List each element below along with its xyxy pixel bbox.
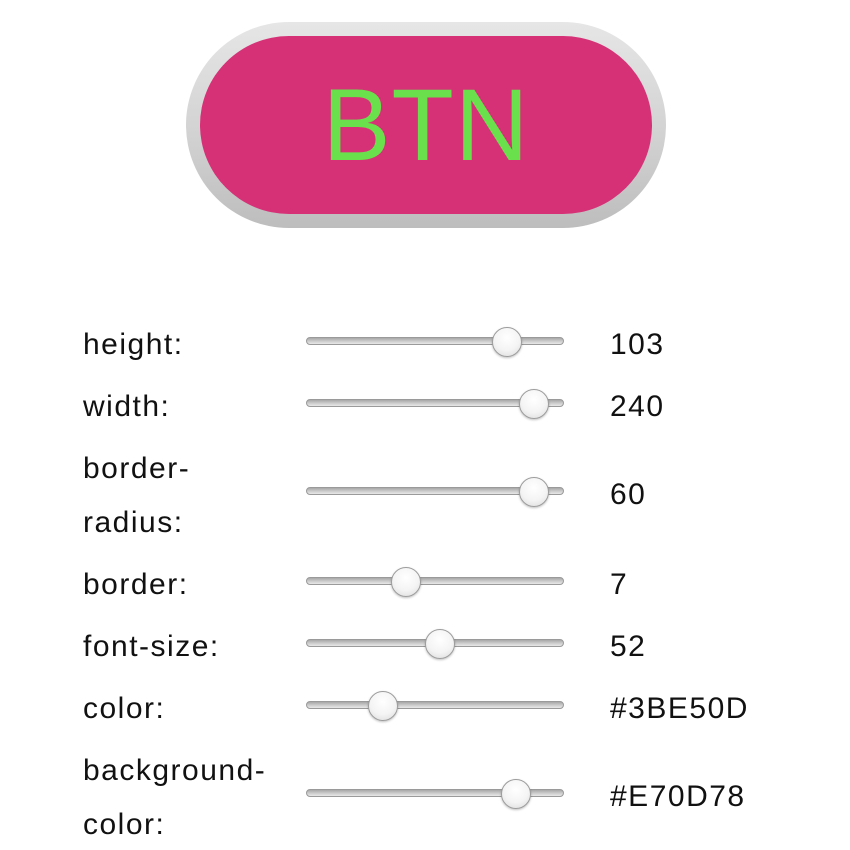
border-radius-slider[interactable] [306,477,564,507]
background-color-label-line1: background- [83,754,267,787]
border-label: border: [83,568,189,601]
background-color-label-line2: color: [83,808,166,841]
background-color-value: #E70D78 [610,780,746,813]
color-slider-thumb[interactable] [368,691,399,721]
color-value: #3BE50D [610,692,749,725]
font-size-label: font-size: [83,630,220,663]
border-slider-thumb[interactable] [390,567,421,597]
border-slider[interactable] [306,567,564,597]
width-value: 240 [610,390,665,423]
font-size-value: 52 [610,630,647,663]
font-size-slider-thumb[interactable] [424,629,455,659]
control-row-width: width: 240 [0,380,850,434]
color-label: color: [83,692,166,725]
height-slider[interactable] [306,327,564,357]
border-radius-slider-thumb[interactable] [519,477,550,507]
width-label: width: [83,390,171,423]
control-row-background-color: background- color: #E70D78 [0,744,850,850]
background-color-slider-thumb[interactable] [501,779,532,809]
control-row-height: height: 103 [0,318,850,372]
height-label: height: [83,328,184,361]
border-radius-label-line2: radius: [83,506,184,539]
border-radius-label-line1: border- [83,452,191,485]
width-slider[interactable] [306,389,564,419]
color-slider[interactable] [306,691,564,721]
control-row-border-radius: border- radius: 60 [0,442,850,550]
preview-button[interactable]: BTN [200,36,652,214]
height-value: 103 [610,328,665,361]
width-slider-thumb[interactable] [519,389,550,419]
border-radius-value: 60 [610,478,647,511]
font-size-slider[interactable] [306,629,564,659]
border-value: 7 [610,568,629,601]
background-color-slider[interactable] [306,779,564,809]
control-row-font-size: font-size: 52 [0,620,850,674]
control-row-border: border: 7 [0,558,850,612]
control-row-color: color: #3BE50D [0,682,850,736]
preview-button-label: BTN [322,68,530,182]
height-slider-thumb[interactable] [492,327,523,357]
